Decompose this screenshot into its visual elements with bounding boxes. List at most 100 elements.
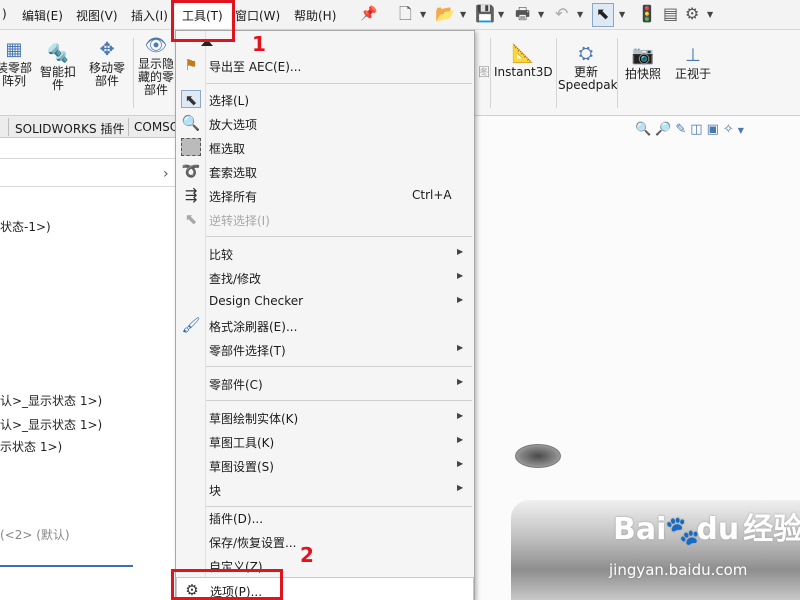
menu-label: 草图绘制实体(K) xyxy=(209,412,299,426)
menu-item-partial[interactable]: ) xyxy=(2,7,7,21)
menu-item-format-painter[interactable]: 🖌 格式涂刷器(E)... xyxy=(176,313,474,337)
chevron-down-icon[interactable]: ▼ xyxy=(738,126,748,135)
menu-label: 导出至 AEC(E)... xyxy=(209,60,302,74)
aec-icon: ⚑ xyxy=(184,56,198,74)
normal-to-button[interactable]: ⊥ 正视于 xyxy=(668,46,718,81)
menu-item-window[interactable]: 窗口(W) xyxy=(235,7,280,24)
view-orientation-icon[interactable]: ▣ xyxy=(707,122,723,137)
display-style-icon[interactable]: ✧ xyxy=(723,122,738,137)
chevron-down-icon[interactable]: ▼ xyxy=(619,10,625,19)
chevron-down-icon[interactable]: ▼ xyxy=(460,10,466,19)
speedpak-label: 更新 Speedpak xyxy=(558,65,618,92)
undo-icon[interactable]: ↶ xyxy=(555,5,568,23)
chevron-down-icon[interactable]: ▼ xyxy=(707,10,713,19)
menu-item-component-selection[interactable]: 零部件选择(T) ▶ xyxy=(176,337,474,361)
menu-item-select-all[interactable]: ⇶ 选择所有 Ctrl+A xyxy=(176,183,474,207)
chevron-right-icon: ▶ xyxy=(457,343,464,352)
section-view-icon[interactable]: ◫ xyxy=(690,122,706,137)
menu-item-sketch-settings[interactable]: 草图设置(S) ▶ xyxy=(176,453,474,477)
smart-fastener-button[interactable]: 🔩 智能扣 件 xyxy=(36,44,80,92)
chevron-right-icon: ▶ xyxy=(457,483,464,492)
baidu-paw-icon: 🐾 xyxy=(665,514,700,547)
menu-item-block[interactable]: 块 ▶ xyxy=(176,477,474,501)
show-hidden-button[interactable]: 👁 显示隐 藏的零 部件 xyxy=(136,36,176,97)
speedpak-icon: ⛭ xyxy=(578,43,594,64)
menu-label: 零部件(C) xyxy=(209,378,263,392)
chevron-right-icon[interactable]: › xyxy=(163,166,169,182)
ribbon-hidden-label: 图 xyxy=(478,65,491,79)
ribbon-separator xyxy=(556,38,557,108)
move-component-button[interactable]: ✥ 移动零 部件 xyxy=(84,40,130,88)
chevron-right-icon: ▶ xyxy=(457,271,464,280)
file-properties-icon[interactable]: ▤ xyxy=(663,5,678,23)
chevron-down-icon[interactable]: ▼ xyxy=(420,10,426,19)
menu-item-lasso[interactable]: ➰ 套索选取 xyxy=(176,159,474,183)
chevron-right-icon: ▶ xyxy=(457,295,464,304)
magnifier-icon: 🔍 xyxy=(181,114,201,132)
menu-item-box-select[interactable]: 框选取 xyxy=(176,135,474,159)
menu-label: 插件(D)... xyxy=(209,512,264,526)
menu-label: 保存/恢复设置... xyxy=(209,536,297,550)
pin-icon[interactable]: 📌 xyxy=(360,6,377,22)
menu-item-insert[interactable]: 插入(I) xyxy=(131,7,168,24)
tree-divider xyxy=(0,186,175,187)
model-hole xyxy=(515,444,561,468)
tree-item[interactable]: (<2> (默认) xyxy=(0,526,70,543)
tree-item[interactable]: 认>_显示状态 1>) xyxy=(0,392,102,409)
annotation-box-options xyxy=(171,569,283,600)
tab-solidworks-addins[interactable]: SOLIDWORKS 插件 xyxy=(15,120,124,137)
annotation-box-tools xyxy=(171,0,235,42)
save-icon[interactable]: 💾 xyxy=(475,5,495,23)
zoom-area-icon[interactable]: 🔎 xyxy=(655,122,675,137)
gear-icon[interactable]: ⚙ xyxy=(685,5,699,23)
invert-select-icon: ⬉ xyxy=(184,210,198,228)
menu-item-addins[interactable]: 插件(D)... xyxy=(176,505,474,529)
menu-item-export-aec[interactable]: ⚑ 导出至 AEC(E)... xyxy=(176,53,474,77)
camera-icon: 📷 xyxy=(631,45,655,66)
tree-item[interactable]: 认>_显示状态 1>) xyxy=(0,416,102,433)
menu-item-save-restore-settings[interactable]: 保存/恢复设置... xyxy=(176,529,474,553)
chevron-down-icon[interactable]: ▼ xyxy=(538,10,544,19)
chevron-down-icon[interactable]: ▼ xyxy=(577,10,583,19)
traffic-light-icon[interactable]: 🚦 xyxy=(637,5,657,23)
menu-item-design-checker[interactable]: Design Checker ▶ xyxy=(176,289,474,313)
update-speedpak-button[interactable]: ⛭ 更新 Speedpak xyxy=(558,43,618,92)
previous-view-icon[interactable]: ✎ xyxy=(675,122,690,137)
menu-item-select[interactable]: ⬉ 选择(L) xyxy=(176,87,474,111)
chevron-down-icon[interactable]: ▼ xyxy=(498,10,504,19)
annotation-number-1: 1 xyxy=(252,32,266,56)
graphics-area[interactable]: 🔍🔎✎◫▣✧▼ Bai du 经验 🐾 jingyan.baidu.com xyxy=(475,116,800,600)
menu-item-component[interactable]: 零部件(C) ▶ xyxy=(176,371,474,395)
menu-separator xyxy=(206,366,472,367)
chevron-right-icon: ▶ xyxy=(457,247,464,256)
menu-item-edit[interactable]: 编辑(E) xyxy=(22,7,63,24)
menu-label: 零部件选择(T) xyxy=(209,344,286,358)
menu-item-find-modify[interactable]: 查找/修改 ▶ xyxy=(176,265,474,289)
menu-item-view[interactable]: 视图(V) xyxy=(76,7,118,24)
tab-comsol[interactable]: COMSO xyxy=(134,120,179,134)
zoom-to-fit-icon[interactable]: 🔍 xyxy=(635,122,655,137)
tree-item[interactable]: 示状态 1>) xyxy=(0,438,62,455)
instant3d-button[interactable]: 📐 Instant3D xyxy=(494,44,553,79)
menu-item-help[interactable]: 帮助(H) xyxy=(294,7,336,24)
view-toolbar[interactable]: 🔍🔎✎◫▣✧▼ xyxy=(635,122,748,137)
watermark-brand: Bai du 经验 xyxy=(613,512,800,547)
ribbon-separator xyxy=(133,38,134,108)
quick-access-toolbar: 🗋 ▼ 📂 ▼ 💾 ▼ 🖶 ▼ ↶ ▼ ⬉ ▼ 🚦 ▤ ⚙ ▼ xyxy=(385,0,800,30)
menu-item-sketch-tools[interactable]: 草图工具(K) ▶ xyxy=(176,429,474,453)
menu-item-compare[interactable]: 比较 ▶ xyxy=(176,241,474,265)
menu-label: 查找/修改 xyxy=(209,272,262,286)
open-folder-icon[interactable]: 📂 xyxy=(435,5,455,23)
menu-label: 比较 xyxy=(209,248,234,262)
move-component-icon: ✥ xyxy=(99,39,115,60)
menu-label: 格式涂刷器(E)... xyxy=(209,320,298,334)
print-icon[interactable]: 🖶 xyxy=(515,5,530,23)
new-document-icon[interactable]: 🗋 xyxy=(399,5,412,23)
snapshot-button[interactable]: 📷 拍快照 xyxy=(620,46,666,81)
menu-separator xyxy=(206,83,472,84)
tree-item[interactable]: 状态-1>) xyxy=(0,218,51,235)
pattern-button[interactable]: ▦ 装零部 阵列 xyxy=(0,40,32,88)
menu-item-magnify[interactable]: 🔍 放大选项 xyxy=(176,111,474,135)
menu-item-sketch-entities[interactable]: 草图绘制实体(K) ▶ xyxy=(176,405,474,429)
tree-progress-line xyxy=(0,565,133,567)
